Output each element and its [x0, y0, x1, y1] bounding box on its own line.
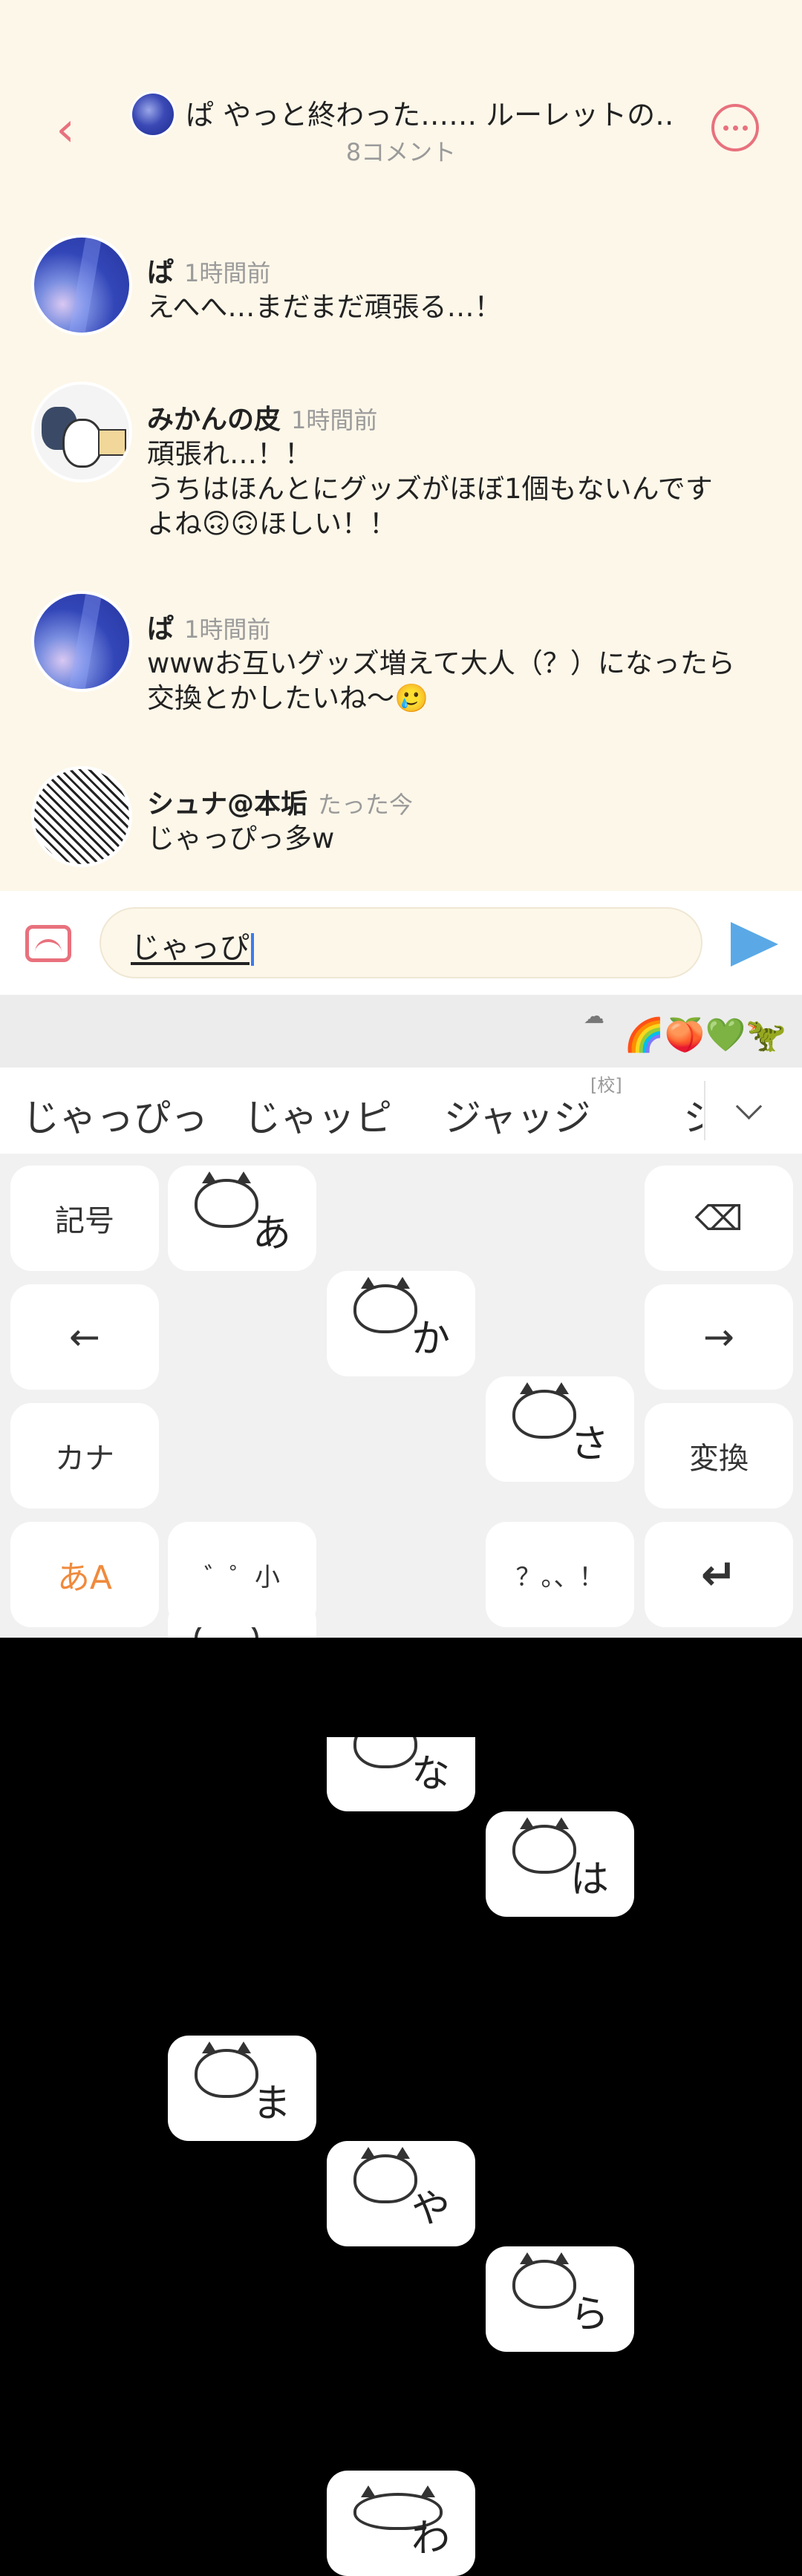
- backspace-icon: ⌫: [694, 1198, 743, 1238]
- system-nav-bar: [0, 1638, 802, 1737]
- a-key[interactable]: あ: [168, 1166, 316, 1271]
- small-kana-key[interactable]: ゛゜小: [168, 1522, 316, 1627]
- comment-item: ぱ 1時間前 えへへ…まだまだ頑張る…！: [0, 236, 802, 347]
- wa-key[interactable]: わ: [327, 2471, 475, 2576]
- candidate-bar: じゃっぴっ じゃッピ ジャッジ [校] シ: [0, 1068, 802, 1154]
- ma-key[interactable]: ま: [168, 2036, 316, 2141]
- commenter-name[interactable]: シュナ@本垢: [147, 789, 307, 820]
- enter-key[interactable]: ↵: [645, 1522, 793, 1627]
- comment-time: 1時間前: [184, 259, 271, 287]
- more-horizontal-icon: [723, 125, 728, 131]
- left-arrow-key[interactable]: ←: [10, 1284, 159, 1390]
- cat-icon: [512, 1817, 576, 1874]
- comment-text: じゃっぴっ多w: [147, 823, 335, 854]
- candidate-tag: [校]: [590, 1075, 622, 1096]
- comment-time: 1時間前: [291, 406, 378, 434]
- convert-key[interactable]: 変換: [645, 1403, 793, 1508]
- avatar[interactable]: [34, 594, 129, 689]
- arrow-right-icon: →: [703, 1315, 734, 1359]
- comment-item: ぱ 1時間前 wwwお互いグッズ増えて大人（？）になったら 交換とかしたいね〜🥲: [0, 592, 802, 726]
- cat-icon: [512, 2252, 576, 2309]
- candidate-item[interactable]: じゃッピ: [244, 1088, 392, 1142]
- ya-key[interactable]: や: [327, 2141, 475, 2246]
- avatar[interactable]: [34, 769, 129, 864]
- ka-key[interactable]: か: [327, 1271, 475, 1376]
- comment-input[interactable]: じゃっぴ: [100, 907, 702, 978]
- enter-icon: ↵: [700, 1549, 737, 1600]
- backspace-key[interactable]: ⌫: [645, 1166, 793, 1271]
- sa-key[interactable]: さ: [486, 1376, 634, 1482]
- cat-icon: [195, 2041, 258, 2098]
- comment-time: たった今: [318, 791, 414, 819]
- cat-icon: [512, 1382, 576, 1439]
- key-label: は: [570, 1857, 609, 1902]
- ha-key[interactable]: は: [486, 1811, 634, 1917]
- image-icon[interactable]: [25, 925, 71, 962]
- keyboard-keys: 記号 あ か さ ⌫ ← た な は → カナ ま や ら 変換 あA ゛゜小 …: [0, 1154, 802, 2576]
- post-author-avatar: [132, 94, 174, 135]
- key-label: 記号: [55, 1204, 114, 1238]
- ra-key[interactable]: ら: [486, 2246, 634, 2352]
- comment-item: シュナ@本垢 たった今 じゃっぴっ多w: [0, 768, 802, 879]
- cat-icon: [353, 1277, 417, 1333]
- comment-item: みかんの皮 1時間前 頑張れ…！！ うちはほんとにグッズがほぼ1個もないんです よ…: [0, 383, 802, 546]
- key-label: あA: [56, 1559, 113, 1597]
- comment-count: 8コメント: [345, 138, 457, 166]
- key-label: ゛゜小: [204, 1562, 280, 1592]
- send-icon[interactable]: [731, 922, 778, 967]
- comment-text: wwwお互いグッズ増えて大人（？）になったら 交換とかしたいね〜🥲: [147, 647, 735, 714]
- cat-icon: [195, 1171, 258, 1228]
- candidate-divider: [704, 1081, 705, 1140]
- key-label: ？。、！: [515, 1562, 604, 1592]
- more-options-button[interactable]: [711, 104, 759, 151]
- post-title[interactable]: ぱ やっと終わった…… ルーレットの…: [186, 92, 676, 133]
- commenter-name[interactable]: みかんの皮: [147, 405, 281, 435]
- key-label: あ: [252, 1212, 291, 1256]
- cat-icon: [353, 2147, 417, 2203]
- key-label: カナ: [55, 1442, 114, 1476]
- kana-key[interactable]: カナ: [10, 1403, 159, 1508]
- text-caret: [251, 933, 254, 966]
- chevron-down-icon[interactable]: [735, 1093, 763, 1120]
- candidate-item[interactable]: シ: [683, 1088, 702, 1142]
- key-label: な: [411, 1752, 450, 1797]
- comment-composer: じゃっぴ: [0, 891, 802, 995]
- comment-text: 頑張れ…！！ うちはほんとにグッズがほぼ1個もないんです よね🙃🙃ほしい！！: [147, 438, 713, 540]
- comment-screen: ‹ ぱ やっと終わった…… ルーレットの… 8コメント ぱ 1時間前 えへへ…まだ…: [0, 0, 802, 891]
- commenter-name[interactable]: ぱ: [147, 614, 174, 644]
- key-label: か: [411, 1317, 450, 1361]
- key-label: 変換: [689, 1442, 749, 1476]
- comment-input-value: じゃっぴ: [131, 931, 250, 965]
- candidate-item[interactable]: じゃっぴっ: [22, 1088, 208, 1142]
- app-root: ‹ ぱ やっと終わった…… ルーレットの… 8コメント ぱ 1時間前 えへへ…まだ…: [0, 0, 802, 2576]
- symbols-key[interactable]: 記号: [10, 1166, 159, 1271]
- avatar[interactable]: [34, 238, 129, 333]
- input-mode-key[interactable]: あA: [10, 1522, 159, 1627]
- emoji-suggestions[interactable]: 🌈🍑💚🦖: [624, 1016, 786, 1054]
- cloud-icon[interactable]: ☁: [584, 1004, 604, 1028]
- keyboard-toolbar: ☁ 🌈🍑💚🦖: [0, 995, 802, 1068]
- key-label: わ: [411, 2517, 450, 2561]
- comment-time: 1時間前: [184, 615, 271, 644]
- comment-text: えへへ…まだまだ頑張る…！: [147, 291, 502, 323]
- avatar[interactable]: [34, 385, 129, 480]
- key-label: や: [411, 2187, 450, 2232]
- key-label: ら: [570, 2292, 609, 2337]
- commenter-name[interactable]: ぱ: [147, 258, 174, 288]
- candidate-item[interactable]: ジャッジ: [444, 1088, 591, 1142]
- right-arrow-key[interactable]: →: [645, 1284, 793, 1390]
- key-label: さ: [570, 1422, 609, 1467]
- arrow-left-icon: ←: [69, 1315, 100, 1359]
- punctuation-key[interactable]: ？。、！: [486, 1522, 634, 1627]
- key-label: ま: [252, 2082, 291, 2126]
